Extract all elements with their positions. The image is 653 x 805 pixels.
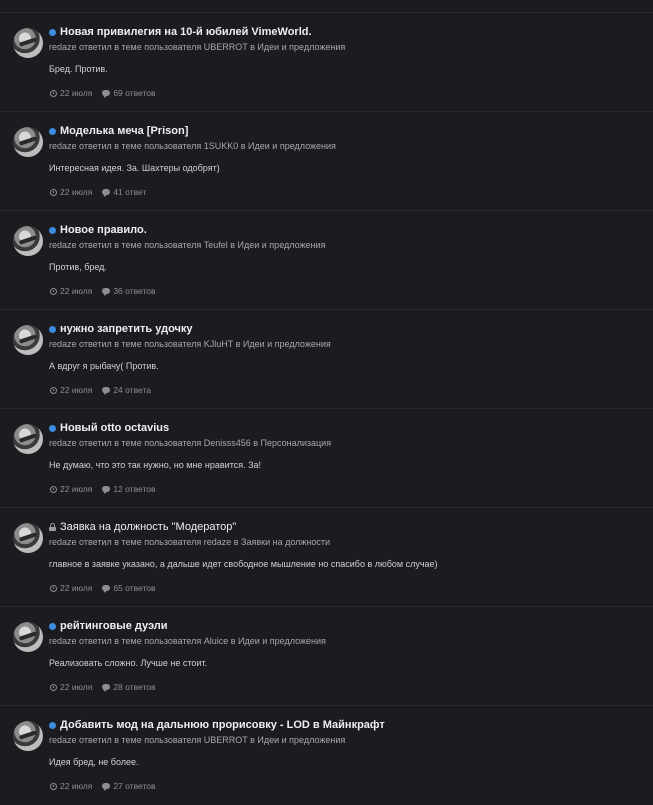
avatar[interactable] <box>13 226 43 256</box>
title-row: Новая привилегия на 10-й юбилей VimeWorl… <box>49 24 312 40</box>
post-date[interactable]: 22 июля <box>60 781 92 791</box>
topic-title[interactable]: Новый otto octavius <box>60 422 169 434</box>
activity-item: Новая привилегия на 10-й юбилей VimeWorl… <box>0 13 653 112</box>
meta-row: 22 июля 65 ответов <box>50 582 155 594</box>
unread-dot-icon <box>49 226 56 234</box>
unread-dot-icon <box>49 127 56 135</box>
unread-dot-icon <box>49 325 56 333</box>
title-row: Добавить мод на дальнюю прорисовку - LOD… <box>49 717 385 733</box>
clock-icon <box>50 485 57 493</box>
unread-dot-icon <box>49 622 56 630</box>
reply-count: 41 ответ <box>113 187 147 197</box>
comment-icon <box>102 189 111 197</box>
activity-subline: redaze ответил в теме пользователя Denis… <box>49 438 332 448</box>
activity-item: Моделька меча [Prison] redaze ответил в … <box>0 112 653 211</box>
activity-subline: redaze ответил в теме пользователя UBERR… <box>49 735 346 745</box>
activity-item: Новый otto octavius redaze ответил в тем… <box>0 409 653 508</box>
clock-icon <box>50 89 57 97</box>
unread-dot-icon <box>49 28 56 36</box>
activity-item: Заявка на должность "Модератор" redaze о… <box>0 508 653 607</box>
post-date[interactable]: 22 июля <box>60 583 92 593</box>
comment-icon <box>102 684 111 692</box>
clock-icon <box>50 386 57 394</box>
clock-icon <box>50 188 57 196</box>
post-excerpt: Реализовать сложно. Лучше не стоит. <box>49 658 208 668</box>
reply-count: 27 ответов <box>113 781 156 791</box>
avatar[interactable] <box>13 523 43 553</box>
topic-title[interactable]: нужно запретить удочку <box>60 323 193 335</box>
activity-subline: redaze ответил в теме пользователя UBERR… <box>49 42 346 52</box>
post-date[interactable]: 22 июля <box>60 88 92 98</box>
activity-item: Добавить мод на дальнюю прорисовку - LOD… <box>0 706 653 805</box>
unread-dot-icon <box>49 424 56 432</box>
meta-row: 22 июля 24 ответа <box>50 384 151 396</box>
title-row: Новое правило. <box>49 222 147 238</box>
activity-item: Новое правило. redaze ответил в теме пол… <box>0 211 653 310</box>
unread-dot-icon <box>49 721 56 729</box>
topic-title[interactable]: Новая привилегия на 10-й юбилей VimeWorl… <box>60 26 312 38</box>
activity-item: нужно запретить удочку redaze ответил в … <box>0 310 653 409</box>
post-date[interactable]: 22 июля <box>60 187 92 197</box>
title-row: Новый otto octavius <box>49 420 169 436</box>
topic-title[interactable]: Новое правило. <box>60 224 147 236</box>
post-excerpt: Бред. Против. <box>49 64 108 74</box>
meta-row: 22 июля 28 ответов <box>50 681 155 693</box>
reply-count: 36 ответов <box>113 286 156 296</box>
topic-title[interactable]: Моделька меча [Prison] <box>60 125 188 137</box>
activity-subline: redaze ответил в теме пользователя redaz… <box>49 537 331 547</box>
post-excerpt: Не думаю, что это так нужно, но мне нрав… <box>49 460 262 470</box>
reply-count: 24 ответа <box>113 385 151 395</box>
meta-row: 22 июля 27 ответов <box>50 780 155 792</box>
activity-feed: Новая привилегия на 10-й юбилей VimeWorl… <box>0 0 653 800</box>
lock-icon <box>49 523 56 531</box>
title-row: Моделька меча [Prison] <box>49 123 188 139</box>
title-row: рейтинговые дуэли <box>49 618 168 634</box>
topic-title[interactable]: Заявка на должность "Модератор" <box>60 521 236 533</box>
activity-subline: redaze ответил в теме пользователя Aluic… <box>49 636 326 646</box>
activity-subline: redaze ответил в теме пользователя 1SUKK… <box>49 141 336 151</box>
activity-subline: redaze ответил в теме пользователя Teufe… <box>49 240 326 250</box>
clock-icon <box>50 683 57 691</box>
avatar[interactable] <box>13 325 43 355</box>
post-date[interactable]: 22 июля <box>60 385 92 395</box>
post-excerpt: Интересная идея. За. Шахтеры одобрят) <box>49 163 220 173</box>
divider <box>0 0 653 13</box>
clock-icon <box>50 782 57 790</box>
meta-row: 22 июля 69 ответов <box>50 87 155 99</box>
comment-icon <box>102 90 111 98</box>
title-row: нужно запретить удочку <box>49 321 193 337</box>
activity-subline: redaze ответил в теме пользователя KJluH… <box>49 339 331 349</box>
post-excerpt: Идея бред, не более. <box>49 757 139 767</box>
meta-row: 22 июля 41 ответ <box>50 186 146 198</box>
comment-icon <box>102 486 111 494</box>
topic-title[interactable]: Добавить мод на дальнюю прорисовку - LOD… <box>60 719 385 731</box>
comment-icon <box>102 783 111 791</box>
meta-row: 22 июля 36 ответов <box>50 285 155 297</box>
post-excerpt: А вдруг я рыбачу( Против. <box>49 361 159 371</box>
clock-icon <box>50 584 57 592</box>
topic-title[interactable]: рейтинговые дуэли <box>60 620 168 632</box>
post-date[interactable]: 22 июля <box>60 286 92 296</box>
reply-count: 69 ответов <box>113 88 156 98</box>
comment-icon <box>102 585 111 593</box>
post-date[interactable]: 22 июля <box>60 484 92 494</box>
title-row: Заявка на должность "Модератор" <box>49 519 236 535</box>
post-date[interactable]: 22 июля <box>60 682 92 692</box>
reply-count: 12 ответов <box>113 484 156 494</box>
comment-icon <box>102 288 111 296</box>
clock-icon <box>50 287 57 295</box>
reply-count: 28 ответов <box>113 682 156 692</box>
activity-item: рейтинговые дуэли redaze ответил в теме … <box>0 607 653 706</box>
reply-count: 65 ответов <box>113 583 156 593</box>
avatar[interactable] <box>13 721 43 751</box>
avatar[interactable] <box>13 127 43 157</box>
post-excerpt: Против, бред. <box>49 262 107 272</box>
avatar[interactable] <box>13 622 43 652</box>
post-excerpt: главное в заявке указано, а дальше идет … <box>49 559 438 569</box>
avatar[interactable] <box>13 424 43 454</box>
meta-row: 22 июля 12 ответов <box>50 483 155 495</box>
avatar[interactable] <box>13 28 43 58</box>
comment-icon <box>102 387 111 395</box>
